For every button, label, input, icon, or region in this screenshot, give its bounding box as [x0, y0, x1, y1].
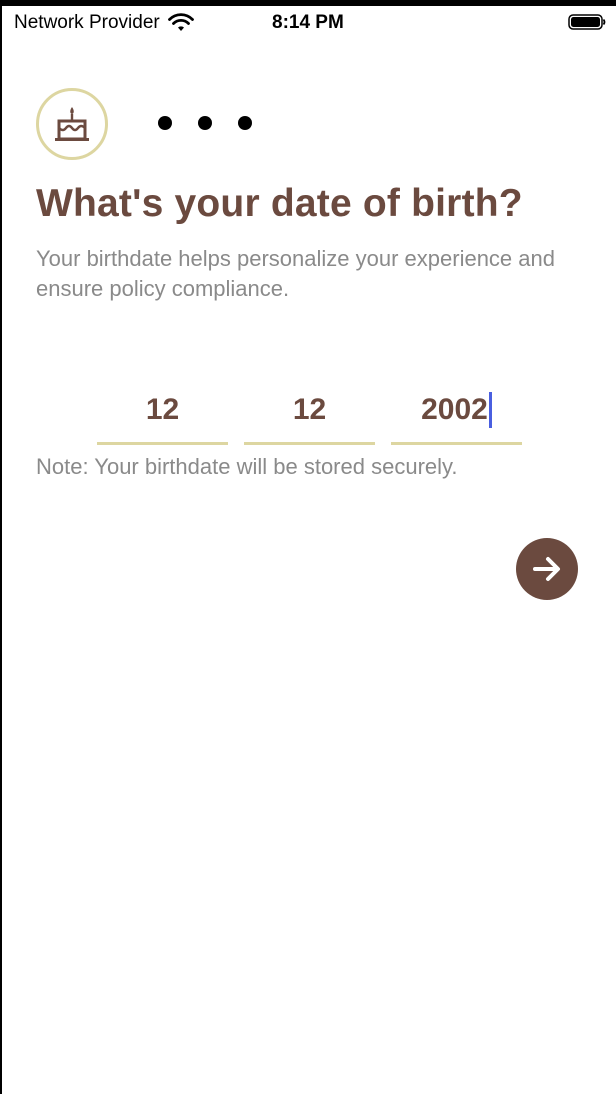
day-value: 12	[145, 393, 180, 426]
security-note: Note: Your birthdate will be stored secu…	[36, 454, 458, 479]
status-time: 8:14 PM	[272, 12, 344, 33]
progress-dot	[158, 116, 172, 130]
wifi-icon	[167, 13, 194, 31]
page-title: What's your date of birth?	[36, 182, 523, 225]
page-subtitle: Your birthdate helps personalize your ex…	[36, 246, 555, 301]
status-bar: Network Provider 8:14 PM	[2, 6, 616, 42]
carrier-group: Network Provider	[14, 12, 194, 34]
progress-dots	[158, 116, 252, 130]
progress-dot	[238, 116, 252, 130]
day-input[interactable]: 12	[97, 378, 228, 445]
month-value: 12	[292, 393, 327, 426]
year-value: 2002	[421, 393, 488, 426]
screen: Network Provider 8:14 PM What's your dat…	[2, 6, 616, 1094]
progress-dot	[198, 116, 212, 130]
year-input[interactable]: 2002	[391, 378, 522, 445]
birthday-cake-badge	[36, 88, 108, 160]
text-caret	[488, 392, 492, 428]
battery-full-icon	[568, 14, 606, 30]
month-input[interactable]: 12	[244, 378, 375, 445]
next-button[interactable]	[516, 538, 578, 600]
carrier-label: Network Provider	[14, 12, 160, 33]
birthday-cake-icon	[55, 107, 89, 141]
arrow-right-icon	[533, 557, 560, 581]
